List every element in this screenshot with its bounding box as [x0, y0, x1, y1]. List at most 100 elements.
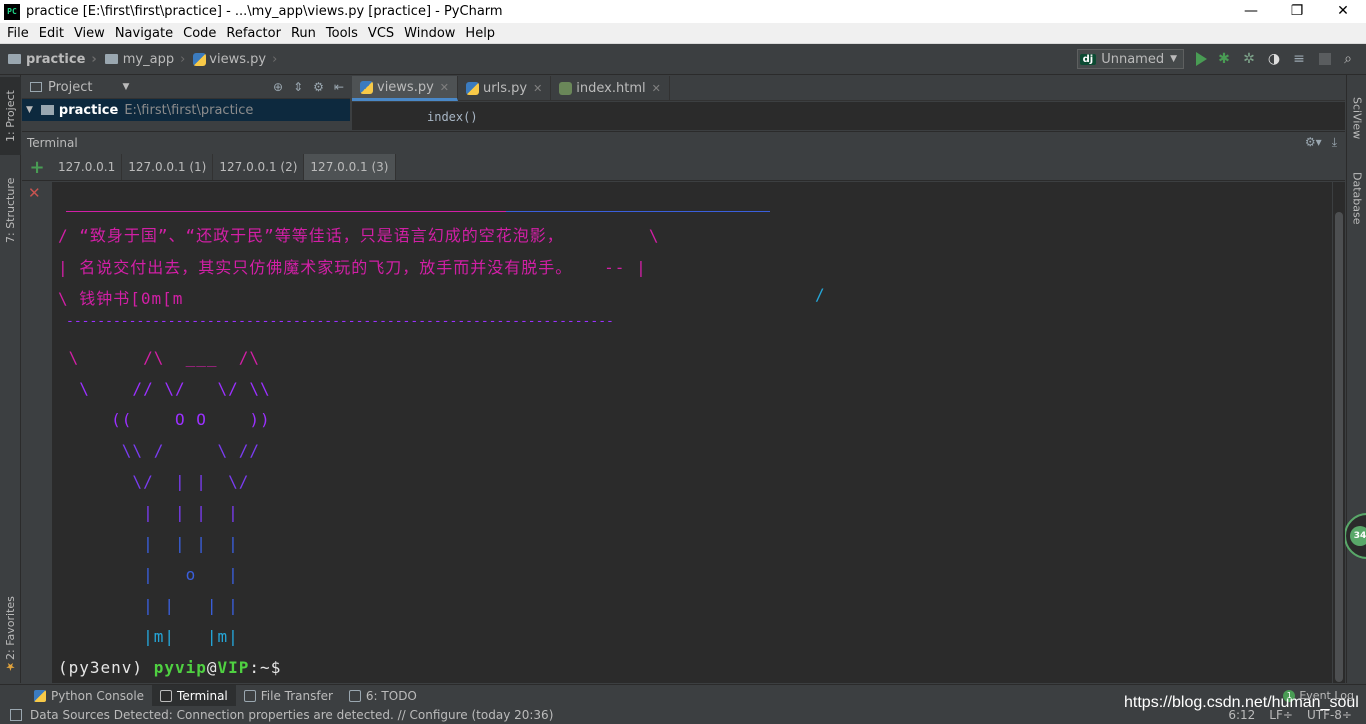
terminal-tab[interactable]: 127.0.0.1 (2) [213, 154, 305, 180]
minimize-button[interactable]: — [1228, 0, 1274, 23]
ascii-art-line: |m| |m| [58, 627, 239, 646]
close-window-button[interactable]: ✕ [1320, 0, 1366, 23]
prompt-user: pyvip [153, 658, 207, 677]
scrollbar-thumb[interactable] [1335, 212, 1343, 682]
menu-help[interactable]: Help [460, 26, 500, 41]
project-pane-header: Project ▼ ⊕ ⇕ ⚙ ⇤ [22, 76, 350, 99]
breadcrumb-file[interactable]: views.py › [193, 52, 277, 67]
database-tool-tab[interactable]: Database [1347, 163, 1366, 233]
run-icon[interactable] [1196, 52, 1207, 66]
close-session-icon[interactable]: ✕ [28, 184, 41, 202]
database-tool-label: Database [1350, 171, 1364, 225]
search-everywhere-icon[interactable]: ⌕ [1340, 51, 1356, 67]
menu-view[interactable]: View [69, 26, 110, 41]
breadcrumb-folder[interactable]: my_app › [104, 51, 185, 67]
gear-icon[interactable]: ⚙▾ [1305, 135, 1322, 150]
close-tab-icon[interactable]: ✕ [652, 82, 661, 95]
structure-tool-label: 7: Structure [4, 177, 17, 243]
editor-area[interactable]: index() [352, 102, 1345, 130]
menu-navigate[interactable]: Navigate [110, 26, 178, 41]
hide-icon[interactable]: ⇤ [334, 80, 344, 94]
menu-run[interactable]: Run [286, 26, 321, 41]
project-view-select[interactable]: Project [48, 80, 92, 95]
tab-urls-py[interactable]: urls.py ✕ [458, 76, 552, 101]
tab-views-py[interactable]: views.py ✕ [352, 76, 459, 101]
title-bar: PC practice [E:\first\first\practice] - … [0, 0, 1366, 23]
banner-line-3-end: / [815, 285, 826, 304]
status-message[interactable]: Data Sources Detected: Connection proper… [30, 708, 553, 722]
tab-label: urls.py [483, 81, 528, 96]
breadcrumb-project-label: practice [26, 51, 86, 67]
menu-bar: File Edit View Navigate Code Refactor Ru… [0, 23, 1366, 44]
menu-code[interactable]: Code [178, 26, 221, 41]
prompt-path: :~$ [249, 658, 282, 677]
close-tab-icon[interactable]: ✕ [440, 81, 449, 94]
terminal-title: Terminal [27, 135, 78, 150]
watermark: https://blog.csdn.net/human_soul [1124, 694, 1359, 711]
menu-tools[interactable]: Tools [321, 26, 363, 41]
gear-icon[interactable]: ⚙ [313, 80, 324, 94]
coverage-icon[interactable]: ✲ [1241, 51, 1257, 67]
tab-label: index.html [576, 81, 646, 96]
prompt-host: VIP [217, 658, 250, 677]
expand-triangle-icon[interactable]: ▼ [26, 105, 33, 115]
ascii-art-line: \ /\ ___ /\ [58, 348, 261, 367]
file-transfer-tab[interactable]: File Transfer [236, 685, 341, 707]
maximize-button[interactable]: ❐ [1274, 0, 1320, 23]
toggle-tool-windows-icon[interactable] [10, 709, 22, 721]
right-tool-strip: SciView Database 34 [1344, 75, 1366, 683]
locate-icon[interactable]: ⊕ [273, 80, 283, 94]
shell-prompt: (py3env) pyvip@VIP:~$ [58, 658, 281, 677]
python-console-tab[interactable]: Python Console [26, 685, 152, 707]
structure-tool-tab[interactable]: 7: Structure [0, 165, 21, 255]
menu-window[interactable]: Window [399, 26, 460, 41]
terminal-tool-tab[interactable]: Terminal [152, 684, 236, 707]
terminal-output[interactable]: / “致身于国”、“还政于民”等等佳话，只是语言幻成的空花泡影， \ | 名说交… [52, 182, 1332, 683]
breadcrumb-project[interactable]: practice › [8, 52, 97, 67]
python-file-icon [360, 80, 373, 94]
close-tab-icon[interactable]: ✕ [533, 82, 542, 95]
debug-icon[interactable]: ✱ [1216, 51, 1232, 67]
terminal-tab[interactable]: 127.0.0.1 (1) [122, 154, 214, 180]
project-root-name: practice [58, 102, 119, 118]
menu-vcs[interactable]: VCS [363, 26, 399, 41]
project-root-path: E:\first\first\practice [124, 102, 254, 118]
sciview-tool-tab[interactable]: SciView [1347, 83, 1366, 153]
project-tree-root[interactable]: ▼ practice E:\first\first\practice [22, 99, 350, 121]
menu-file[interactable]: File [2, 26, 34, 41]
notification-badge[interactable]: 34 [1344, 513, 1366, 559]
collapse-icon[interactable]: ⇕ [293, 80, 303, 94]
hide-panel-icon[interactable]: ⤓ [1332, 135, 1337, 150]
project-tool-label: 1: Project [4, 90, 17, 142]
prompt-env: (py3env) [58, 658, 144, 677]
folder-icon [104, 54, 118, 64]
navigation-bar: practice › my_app › views.py › dj Unname… [0, 44, 1366, 75]
todo-icon [348, 689, 361, 702]
folder-icon [8, 54, 21, 64]
python-file-icon [193, 52, 207, 66]
ascii-art-line: \/ | | \/ [58, 472, 250, 491]
project-pane: Project ▼ ⊕ ⇕ ⚙ ⇤ ▼ practice E:\first\fi… [22, 76, 350, 131]
run-configuration-label: Unnamed [1101, 51, 1165, 67]
favorites-tool-tab[interactable]: ★ 2: Favorites [0, 590, 21, 680]
project-tool-tab[interactable]: 1: Project [0, 77, 21, 155]
stop-icon[interactable] [1319, 53, 1331, 65]
terminal-tab[interactable]: 127.0.0.1 [52, 154, 123, 180]
tab-index-html[interactable]: index.html ✕ [551, 76, 670, 101]
breadcrumb-folder-label: my_app [122, 51, 175, 67]
banner-top-rule [66, 211, 506, 212]
run-configuration-select[interactable]: dj Unnamed ▼ [1076, 49, 1184, 69]
chevron-down-icon[interactable]: ▼ [122, 82, 129, 92]
menu-refactor[interactable]: Refactor [221, 26, 286, 41]
todo-tab[interactable]: 6: TODO [341, 685, 425, 707]
new-session-button[interactable]: + [22, 154, 52, 180]
terminal-scrollbar[interactable] [1333, 182, 1345, 683]
chevron-down-icon: ▼ [1170, 54, 1177, 64]
profile-icon[interactable]: ◑ [1266, 51, 1282, 67]
concurrency-icon[interactable]: ≡ [1291, 51, 1307, 67]
menu-edit[interactable]: Edit [34, 26, 69, 41]
file-transfer-label: File Transfer [260, 688, 333, 703]
banner-line-1: / “致身于国”、“还政于民”等等佳话，只是语言幻成的空花泡影， \ [58, 226, 660, 245]
chevron-right-icon: › [272, 51, 278, 67]
terminal-tab-active[interactable]: 127.0.0.1 (3) [304, 154, 396, 180]
